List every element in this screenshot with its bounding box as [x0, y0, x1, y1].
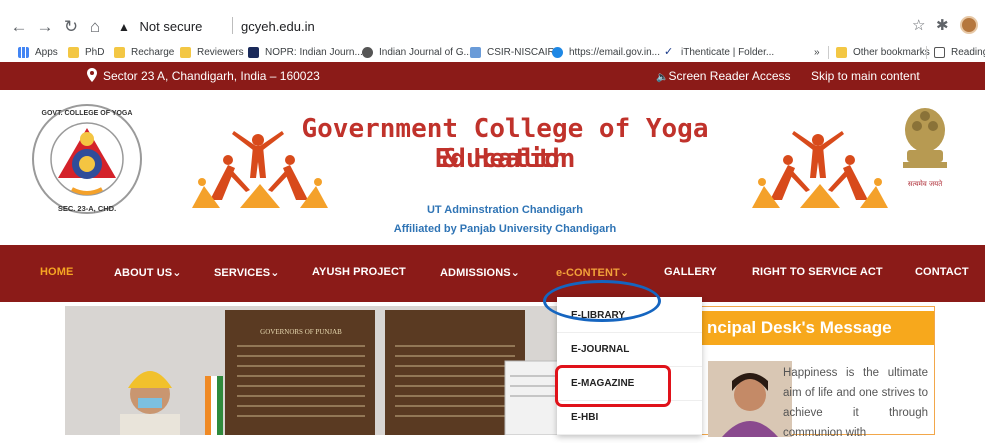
nav-gallery[interactable]: GALLERY: [664, 266, 717, 278]
principal-message-text: Happiness is the ultimate aim of life an…: [783, 367, 928, 439]
bookmark-phd[interactable]: PhD: [68, 43, 104, 62]
nav-about-us[interactable]: ABOUT US⌄: [114, 266, 182, 279]
folder-icon: [180, 47, 191, 58]
bookmarks-overflow[interactable]: »: [814, 43, 820, 62]
site-top-bar: Sector 23 A, Chandigarh, India – 160023 …: [0, 62, 985, 90]
email-icon: [552, 47, 563, 58]
home-icon[interactable]: ⌂: [84, 14, 106, 40]
url-input[interactable]: gcyeh.edu.in: [241, 19, 315, 34]
extensions-icon[interactable]: ✱: [936, 16, 949, 34]
administration-subtitle: UT Adminstration Chandigarh: [426, 204, 584, 216]
bookmark-apps[interactable]: Apps: [18, 43, 58, 62]
back-arrow-icon[interactable]: ←: [8, 14, 30, 40]
browser-chrome: ← → ↻ ⌂ ▲ Not secure gcyeh.edu.in ☆ ✱ Ap…: [0, 0, 985, 62]
bookmark-csir[interactable]: CSIR-NISCAIR: [470, 43, 555, 62]
principal-photo: [708, 361, 792, 437]
nopr-icon: [248, 47, 259, 58]
csir-icon: [470, 47, 481, 58]
site-header: GOVT. COLLEGE OF YOGA SEC. 23-A, CHD. सत…: [0, 90, 985, 245]
folder-icon: [114, 47, 125, 58]
folder-icon: [836, 47, 847, 58]
screen-reader-access-link[interactable]: 🔈Screen Reader Access: [656, 69, 791, 83]
dropdown-e-journal[interactable]: E-JOURNAL: [557, 333, 702, 367]
bookmark-ithenticate[interactable]: ✓ iThenticate | Folder...: [664, 43, 774, 62]
apps-grid-icon: [18, 47, 29, 58]
highlight-box-annotation: [555, 365, 671, 407]
governors-board-photo: GOVERNORS OF PUNJAB: [65, 306, 623, 435]
not-secure-label[interactable]: ▲ Not secure: [118, 19, 202, 34]
bookmark-reading-list[interactable]: Reading: [934, 43, 985, 62]
bookmarks-bar: Apps PhD Recharge Reviewers NOPR: Indian…: [0, 43, 985, 62]
nav-admissions[interactable]: ADMISSIONS⌄: [440, 266, 520, 279]
address-bar-row: ← → ↻ ⌂ ▲ Not secure gcyeh.edu.in ☆ ✱: [0, 14, 985, 40]
svg-text:SEC. 23-A, CHD.: SEC. 23-A, CHD.: [58, 204, 116, 213]
bookmark-email[interactable]: https://email.gov.in...: [552, 43, 660, 62]
nav-services[interactable]: SERVICES⌄: [214, 266, 280, 279]
warning-icon: ▲: [118, 20, 130, 34]
page-content: GOVERNORS OF PUNJAB ncipal Desk's Messag…: [0, 302, 985, 439]
college-logo[interactable]: GOVT. COLLEGE OF YOGA SEC. 23-A, CHD.: [28, 100, 146, 218]
principal-desk-heading: ncipal Desk's Message: [691, 311, 934, 345]
banner-photo: GOVERNORS OF PUNJAB: [65, 306, 623, 435]
svg-text:GOVERNORS OF PUNJAB: GOVERNORS OF PUNJAB: [260, 328, 342, 336]
svg-text:GOVT. COLLEGE OF YOGA: GOVT. COLLEGE OF YOGA: [42, 110, 133, 117]
star-icon[interactable]: ☆: [912, 16, 925, 34]
highlight-oval-annotation: [543, 280, 661, 322]
globe-icon: [362, 47, 373, 58]
reading-list-icon: [934, 47, 945, 58]
address-text: Sector 23 A, Chandigarh, India – 160023: [103, 69, 320, 83]
main-navigation: HOME ABOUT US⌄ SERVICES⌄ AYUSH PROJECT A…: [0, 245, 985, 302]
reload-icon[interactable]: ↻: [60, 14, 82, 40]
nav-right-to-service-act[interactable]: RIGHT TO SERVICE ACT: [752, 266, 883, 278]
url-separator: [232, 17, 233, 34]
bookmark-indian-journal[interactable]: Indian Journal of G...: [362, 43, 472, 62]
national-emblem-image: सत्यमेव जयते: [903, 108, 947, 188]
folder-icon: [68, 47, 79, 58]
bookmark-separator: [828, 46, 829, 59]
speaker-icon: 🔈: [656, 72, 669, 83]
skip-to-content-link[interactable]: Skip to main content: [811, 69, 920, 83]
nav-contact[interactable]: CONTACT: [915, 266, 969, 278]
affiliation-subtitle: Affiliated by Panjab University Chandiga…: [393, 223, 617, 235]
bookmark-nopr[interactable]: NOPR: Indian Journ...: [248, 43, 363, 62]
nav-e-content[interactable]: e-CONTENT⌄: [556, 266, 629, 279]
emblem-caption: सत्यमेव जयते: [908, 179, 943, 188]
principal-desk-panel: ncipal Desk's Message Happiness is the u…: [690, 306, 935, 439]
bookmark-recharge[interactable]: Recharge: [114, 43, 174, 62]
location-pin-icon: [87, 68, 97, 82]
bookmark-reviewers[interactable]: Reviewers: [180, 43, 244, 62]
checkmark-icon: ✓: [664, 46, 674, 58]
profile-avatar[interactable]: [960, 16, 978, 34]
forward-arrow-icon[interactable]: →: [34, 14, 56, 40]
nav-home[interactable]: HOME: [40, 266, 73, 278]
not-secure-text: Not secure: [139, 19, 203, 34]
bookmark-separator: [926, 46, 927, 59]
bookmark-other[interactable]: Other bookmarks: [836, 43, 930, 62]
college-title-line2: & Health: [442, 144, 568, 174]
nav-ayush-project[interactable]: AYUSH PROJECT: [312, 266, 406, 278]
